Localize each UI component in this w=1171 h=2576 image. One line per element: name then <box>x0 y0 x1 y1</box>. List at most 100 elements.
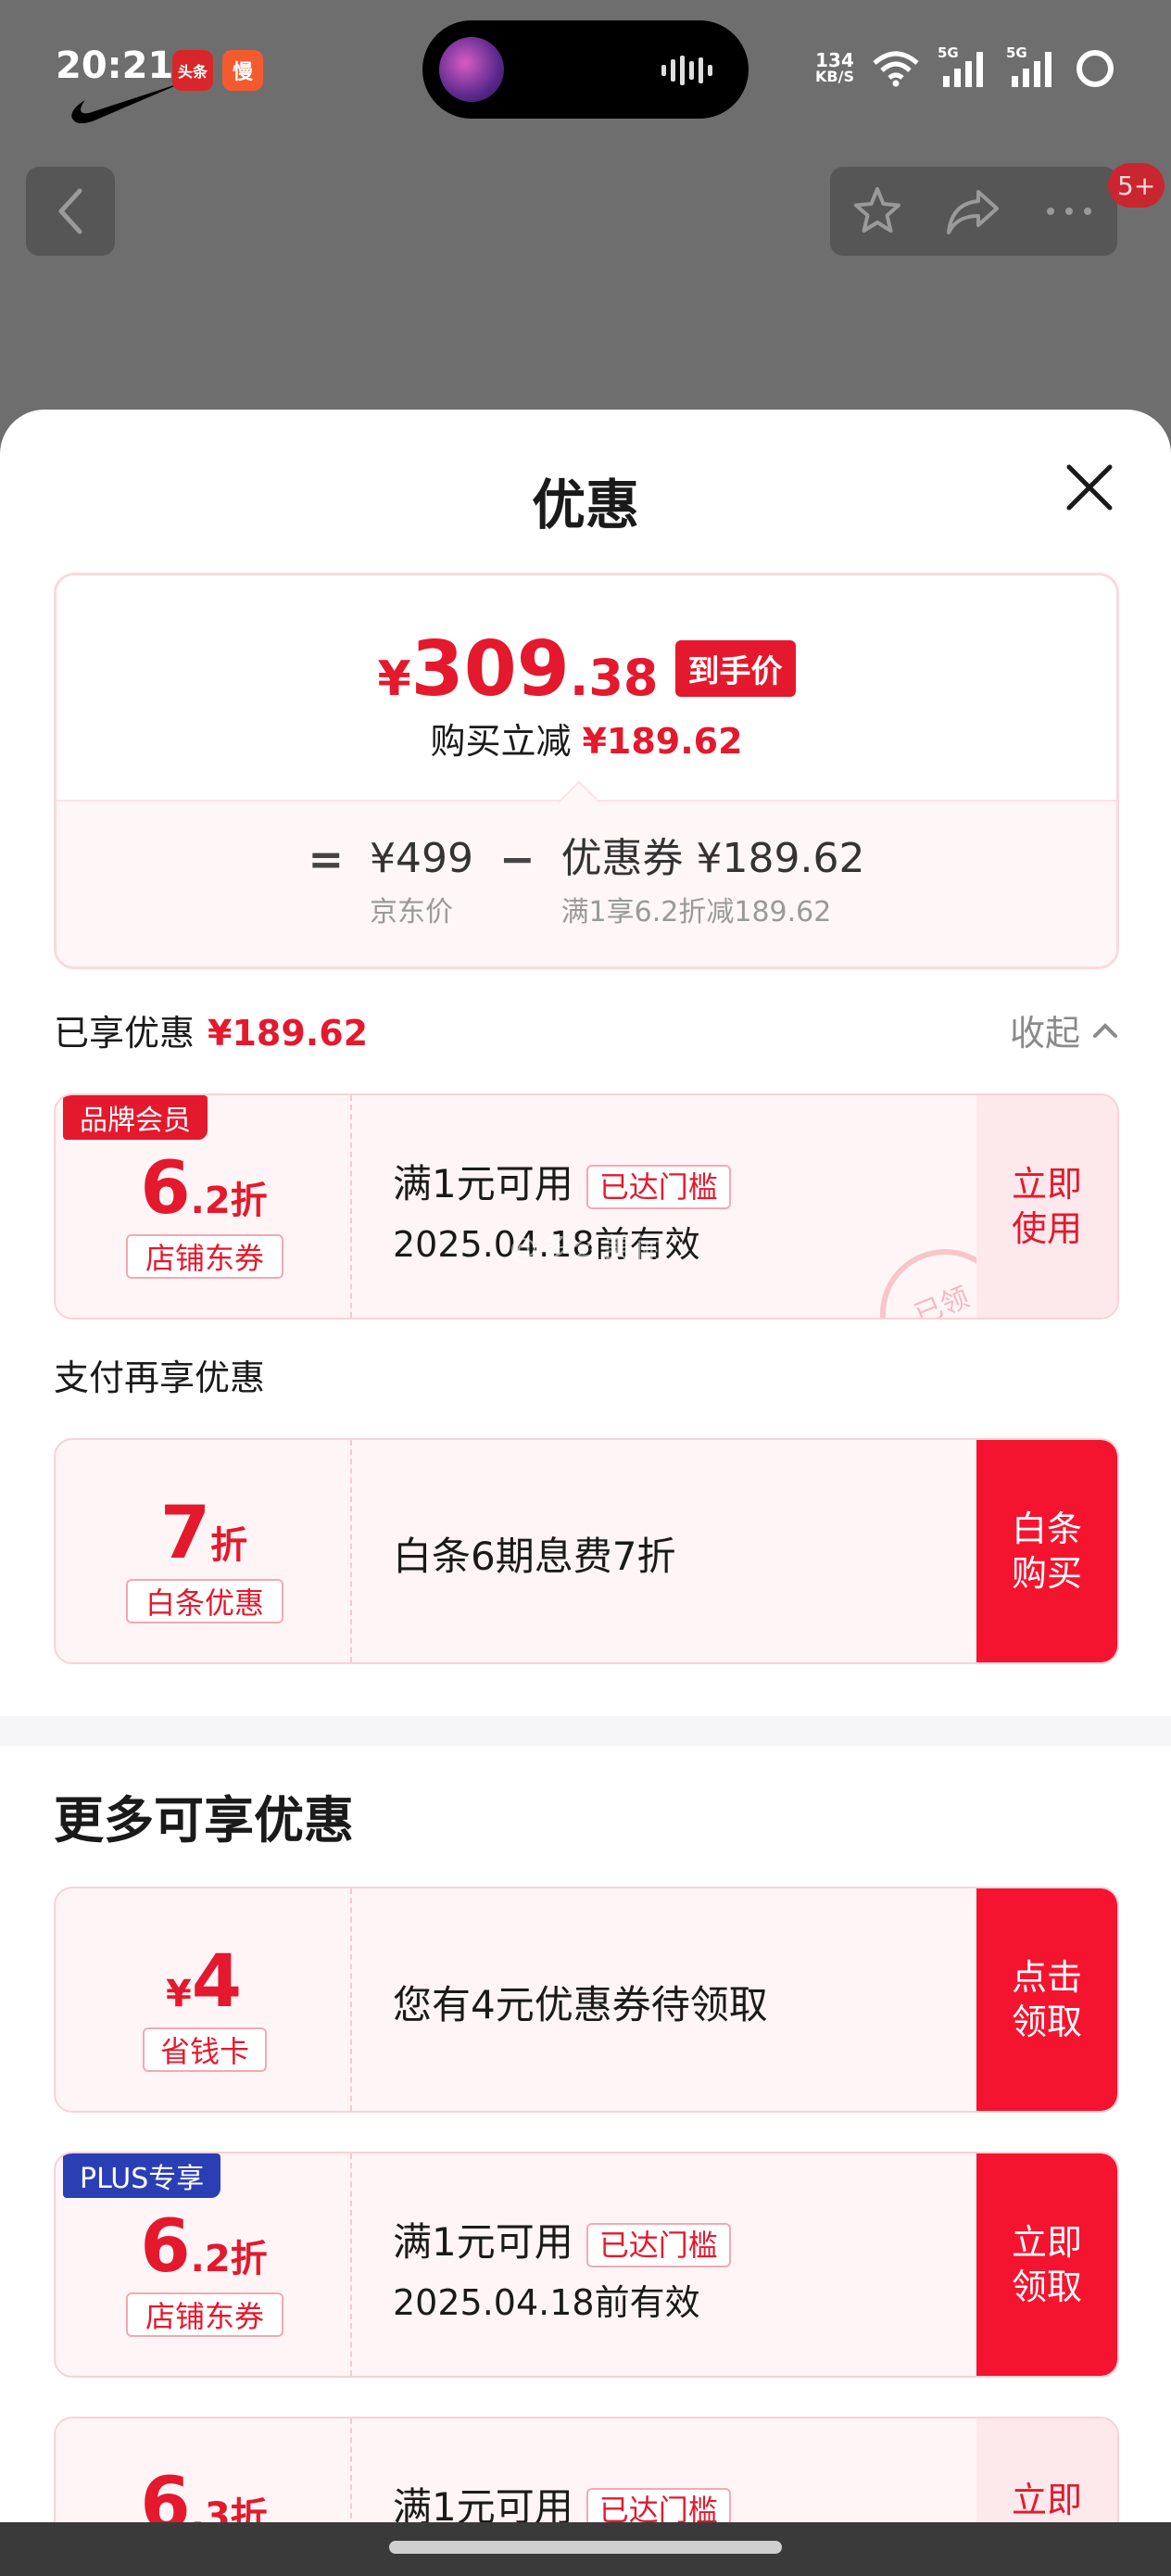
jd-price-block: ¥499 京东价 <box>370 835 473 929</box>
jd-price: ¥499 <box>370 835 474 882</box>
enjoyed-discount-row: 已享优惠 ¥189.62 收起 <box>54 1004 1119 1055</box>
coupon-type-label: 省钱卡 <box>143 2027 267 2072</box>
coupon-desc: 白条6期息费7折 <box>393 1525 675 1582</box>
coupon-desc-text: 满1元可用 <box>393 2219 573 2265</box>
slow-label: 慢 <box>232 61 253 84</box>
coupon-value: 7折 <box>56 1492 352 1575</box>
claim-now-button[interactable]: 立即 领取 <box>976 2153 1117 2376</box>
star-favorite-icon[interactable] <box>850 184 904 238</box>
equals-sign: = <box>308 834 345 884</box>
coupon-corner-tag: PLUS专享 <box>63 2153 221 2198</box>
net-speed-value: 134 <box>815 49 854 71</box>
claim-now-label: 立即 领取 <box>1011 2222 1082 2307</box>
coupon-desc-text: 白条6期息费7折 <box>393 1534 676 1579</box>
coupon-value-main: 4 <box>191 1940 243 2024</box>
coupon-desc: 满1元可用 已达门槛 <box>393 2211 731 2267</box>
threshold-badge: 已达门槛 <box>586 1164 731 1209</box>
final-price-int: 309 <box>410 625 570 713</box>
claim-button[interactable]: 点击 领取 <box>976 1888 1117 2111</box>
coupon-value-suffix: 折 <box>210 1524 248 1567</box>
pay-more-label: 支付再享优惠 <box>54 1357 266 1398</box>
claim-label: 点击 领取 <box>1011 1957 1082 2042</box>
coupon-value-main: 7 <box>159 1492 211 1575</box>
final-price: ¥309.38 <box>377 625 658 713</box>
coupon-plus[interactable]: PLUS专享 6.2折 店铺东券 满1元可用 已达门槛 2025.04.18前有效… <box>54 2152 1119 2378</box>
pay-more-row: 支付再享优惠 <box>54 1349 1119 1400</box>
final-price-symbol: ¥ <box>377 651 411 707</box>
wifi-icon <box>873 51 919 87</box>
dynamic-island[interactable] <box>422 20 749 119</box>
coupon-type-label: 白条优惠 <box>126 1579 283 1623</box>
toutiao-label: 头条 <box>177 63 208 81</box>
watermark: @多么美丽 <box>510 1232 667 1265</box>
coupon-type-label: 店铺东券 <box>126 2292 283 2337</box>
cell-signal-2-icon: 5G <box>1006 44 1056 89</box>
threshold-badge: 已达门槛 <box>586 2222 731 2267</box>
section-divider <box>0 1716 1171 1746</box>
enjoyed-label: 已享优惠 <box>54 1013 195 1054</box>
top-action-bar <box>830 167 1117 256</box>
net-speed: 134 KB/S <box>815 49 854 85</box>
coupon-desc: 您有4元优惠券待领取 <box>393 1974 768 2030</box>
coupon-value: ¥4 <box>56 1940 352 2024</box>
share-icon[interactable] <box>945 186 1001 236</box>
coupon-desc-text: 满1元可用 <box>393 1161 573 1206</box>
coupon-date: 2025.04.18前有效 <box>393 2282 700 2323</box>
chevron-up-icon <box>1093 1022 1117 1038</box>
save-value: ¥189.62 <box>582 721 743 762</box>
jd-price-label: 京东价 <box>370 896 454 928</box>
gesture-bar-area <box>0 2522 1171 2576</box>
collapse-label: 收起 <box>1009 1013 1080 1054</box>
sheet-title: 优惠 <box>531 474 639 537</box>
final-price-dec: .38 <box>569 649 659 707</box>
message-count-badge: 5+ <box>1108 163 1165 208</box>
more-discounts-title: 更多可享优惠 <box>54 1791 354 1850</box>
back-button[interactable] <box>26 167 115 256</box>
coupon-corner-tag: 品牌会员 <box>63 1095 208 1140</box>
nike-swoosh-icon <box>71 82 185 123</box>
coupon-deduction-block: 优惠券 ¥189.62 满1享6.2折减189.62 <box>561 835 865 929</box>
price-breakdown: = ¥499 京东价 − 优惠券 ¥189.62 满1享6.2折减189.62 <box>57 802 1116 966</box>
toutiao-app-icon: 头条 <box>172 50 213 91</box>
status-bar: 20:21 头条 慢 134 KB/S 5G 5G <box>0 0 1171 139</box>
audio-wave-icon <box>661 56 712 85</box>
coupon-value-prefix: ¥ <box>165 1973 192 2015</box>
price-summary-card: ¥309.38 到手价 购买立减 ¥189.62 = ¥499 京东价 − 优惠券… <box>54 573 1119 969</box>
coupon-type-label: 店铺东券 <box>126 1234 283 1279</box>
cell-signal-1-icon: 5G <box>938 44 988 89</box>
coupon-saving-card[interactable]: ¥4 省钱卡 您有4元优惠券待领取 点击 领取 <box>54 1887 1119 2113</box>
coupon-baitiao[interactable]: 7折 白条优惠 白条6期息费7折 白条 购买 <box>54 1438 1119 1664</box>
baitiao-buy-button[interactable]: 白条 购买 <box>976 1440 1117 1662</box>
use-now-label: 立即 <box>1011 2480 1082 2520</box>
more-dots-icon[interactable] <box>1041 202 1097 221</box>
save-row: 购买立减 ¥189.62 <box>57 713 1116 764</box>
coupon-value-main: 6 <box>140 2205 191 2289</box>
coupon-desc: 满1元可用 已达门槛 <box>393 1153 731 1209</box>
battery-ring-icon <box>1077 50 1114 87</box>
minus-sign: − <box>499 834 535 884</box>
status-indicators: 134 KB/S 5G 5G <box>815 41 1115 96</box>
enjoyed-value: ¥189.62 <box>208 1013 369 1054</box>
collapse-button[interactable]: 收起 <box>1010 1004 1119 1055</box>
discount-sheet: 优惠 ¥309.38 到手价 购买立减 ¥189.62 = ¥499 京东价 −… <box>0 410 1171 2576</box>
coupon-desc-text: 您有4元优惠券待领取 <box>393 1982 768 2027</box>
final-price-area: ¥309.38 到手价 购买立减 ¥189.62 <box>57 575 1116 802</box>
home-indicator[interactable] <box>389 2541 782 2554</box>
coupon-value-main: 6 <box>140 1147 191 1231</box>
coupon-value: 6.2折 <box>56 1147 352 1231</box>
net-speed-unit: KB/S <box>815 68 854 85</box>
coupon-deduction-note: 满1享6.2折减189.62 <box>560 896 832 928</box>
coupon-deduction: 优惠券 ¥189.62 <box>560 835 865 882</box>
coupon-value: 6.2折 <box>56 2205 352 2289</box>
close-icon[interactable] <box>1060 458 1119 517</box>
coupon-brand-member[interactable]: 品牌会员 6.2折 店铺东券 满1元可用 已达门槛 2025.04.18前有效 @… <box>54 1093 1119 1320</box>
music-cover-icon[interactable] <box>439 37 504 102</box>
back-chevron-icon <box>58 188 82 234</box>
coupon-value-suffix: .2折 <box>190 1180 268 1222</box>
use-now-label: 立即 使用 <box>1011 1164 1082 1249</box>
baitiao-buy-label: 白条 购买 <box>1011 1509 1082 1594</box>
final-price-tag: 到手价 <box>674 640 796 697</box>
save-label: 购买立减 <box>430 721 572 762</box>
use-now-button[interactable]: 立即 使用 <box>976 1095 1117 1318</box>
slow-app-icon: 慢 <box>222 50 263 91</box>
